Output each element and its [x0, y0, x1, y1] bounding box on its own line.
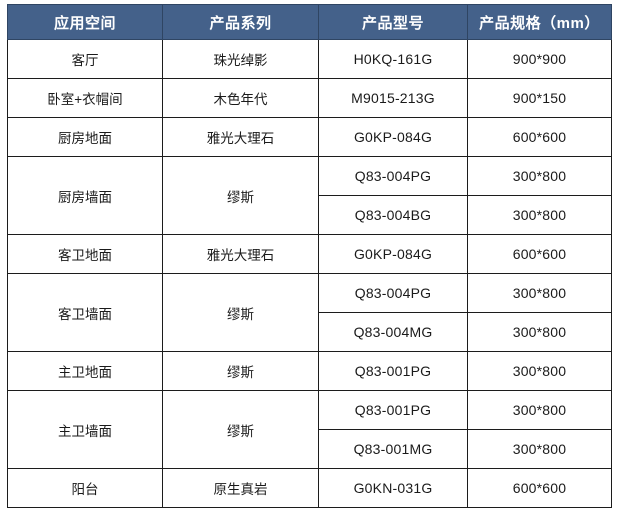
cell-product-series: 缪斯: [162, 351, 319, 391]
column-header-product-size: 产品规格（mm）: [467, 4, 612, 40]
table-row: 卧室+衣帽间 木色年代 M9015-213G 900*150: [7, 78, 612, 118]
cell-product-series: 木色年代: [162, 78, 319, 118]
cell-product-size: 300*800: [467, 156, 612, 196]
cell-product-series: 雅光大理石: [162, 117, 319, 157]
cell-application-space: 客卫地面: [7, 234, 163, 274]
cell-product-series: 珠光绰影: [162, 39, 319, 79]
cell-product-series: 缪斯: [162, 156, 319, 235]
cell-product-model: G0KP-084G: [318, 117, 468, 157]
column-header-application-space: 应用空间: [7, 4, 163, 40]
table-row: 阳台 原生真岩 G0KN-031G 600*600: [7, 468, 612, 508]
cell-application-space: 主卫墙面: [7, 390, 163, 469]
table-header: 应用空间 产品系列 产品型号 产品规格（mm）: [7, 4, 612, 40]
cell-product-model: M9015-213G: [318, 78, 468, 118]
table-row: 厨房地面 雅光大理石 G0KP-084G 600*600: [7, 117, 612, 157]
cell-application-space: 厨房地面: [7, 117, 163, 157]
cell-product-size: 300*800: [467, 390, 612, 430]
cell-product-model: Q83-004PG: [318, 156, 468, 196]
table-row: 客卫地面 雅光大理石 G0KP-084G 600*600: [7, 234, 612, 274]
column-header-product-series: 产品系列: [162, 4, 319, 40]
cell-application-space: 主卫地面: [7, 351, 163, 391]
table-row: 客卫墙面 缪斯 Q83-004PG 300*800: [7, 273, 612, 352]
cell-product-size: 300*800: [467, 351, 612, 391]
cell-product-model: H0KQ-161G: [318, 39, 468, 79]
cell-product-model: G0KN-031G: [318, 468, 468, 508]
cell-product-series: 缪斯: [162, 390, 319, 469]
product-spec-table: 应用空间 产品系列 产品型号 产品规格（mm） 客厅 珠光绰影 H0KQ-161G 9…: [7, 4, 612, 508]
cell-product-model: Q83-001PG: [318, 390, 468, 430]
table-row: 厨房墙面 缪斯 Q83-004PG 300*800: [7, 156, 612, 235]
table-row: 主卫墙面 缪斯 Q83-001PG 300*800: [7, 390, 612, 469]
cell-product-model: Q83-001MG: [318, 429, 468, 469]
cell-product-series: 缪斯: [162, 273, 319, 352]
table-row: 主卫地面 缪斯 Q83-001PG 300*800: [7, 351, 612, 391]
table-header-row: 应用空间 产品系列 产品型号 产品规格（mm）: [7, 4, 612, 40]
cell-product-series: 原生真岩: [162, 468, 319, 508]
spec-table-sheet: 应用空间 产品系列 产品型号 产品规格（mm） 客厅 珠光绰影 H0KQ-161G 9…: [0, 0, 618, 512]
column-header-product-model: 产品型号: [318, 4, 468, 40]
cell-application-space: 客厅: [7, 39, 163, 79]
cell-product-size: 300*800: [467, 195, 612, 235]
cell-product-model: Q83-004MG: [318, 312, 468, 352]
cell-product-model: Q83-004PG: [318, 273, 468, 313]
cell-product-size: 600*600: [467, 468, 612, 508]
table-row: 客厅 珠光绰影 H0KQ-161G 900*900: [7, 39, 612, 79]
cell-product-model: Q83-001PG: [318, 351, 468, 391]
cell-product-size: 300*800: [467, 273, 612, 313]
cell-product-series: 雅光大理石: [162, 234, 319, 274]
cell-product-size: 300*800: [467, 312, 612, 352]
cell-product-model: Q83-004BG: [318, 195, 468, 235]
cell-application-space: 卧室+衣帽间: [7, 78, 163, 118]
cell-application-space: 厨房墙面: [7, 156, 163, 235]
cell-product-model: G0KP-084G: [318, 234, 468, 274]
cell-product-size: 600*600: [467, 117, 612, 157]
cell-product-size: 900*900: [467, 39, 612, 79]
cell-application-space: 客卫墙面: [7, 273, 163, 352]
table-body: 客厅 珠光绰影 H0KQ-161G 900*900 卧室+衣帽间 木色年代 M9015-21…: [7, 39, 612, 508]
cell-product-size: 900*150: [467, 78, 612, 118]
cell-application-space: 阳台: [7, 468, 163, 508]
cell-product-size: 300*800: [467, 429, 612, 469]
cell-product-size: 600*600: [467, 234, 612, 274]
